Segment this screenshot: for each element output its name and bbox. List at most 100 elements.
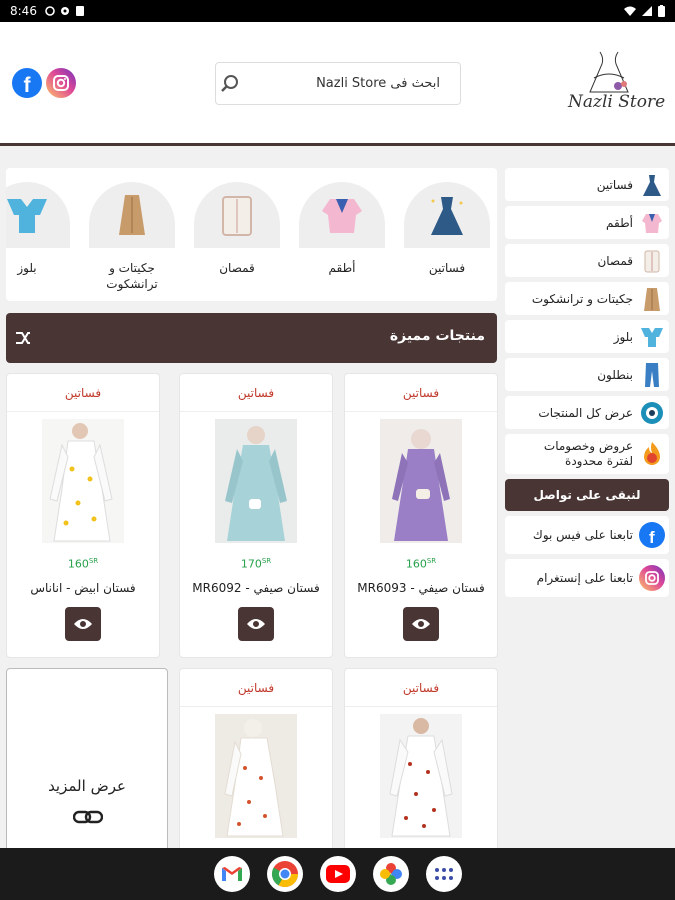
sidebar-item-pants[interactable]: بنطلون	[505, 358, 669, 391]
product-card[interactable]: فساتين	[344, 668, 498, 858]
store-logo[interactable]: Nazli Store	[560, 48, 670, 120]
blouse-icon	[639, 324, 665, 350]
category-sidebar: فساتين أطقم قمصان جكيتات و ترانشكوت بلوز…	[505, 168, 669, 602]
quick-view-button[interactable]	[65, 606, 101, 641]
blouse-icon	[6, 182, 70, 248]
photos-icon[interactable]	[372, 856, 409, 892]
link-icon	[73, 810, 103, 824]
sidebar-item-label: بنطلون	[597, 367, 633, 382]
coat-icon	[639, 286, 665, 312]
discount-fire-icon	[639, 441, 665, 467]
product-image[interactable]	[215, 714, 297, 838]
suit-icon	[639, 210, 665, 236]
show-more-card[interactable]: عرض المزيد	[6, 668, 168, 858]
sidebar-item-jackets[interactable]: جكيتات و ترانشكوت	[505, 282, 669, 315]
product-price: 160SR	[405, 557, 437, 571]
settings-icon	[45, 6, 55, 16]
category-suits[interactable]: أطقم	[298, 182, 386, 276]
sidebar-instagram-link[interactable]: تابعنا على إنستغرام	[505, 559, 669, 597]
sidebar-item-label: أطقم	[606, 215, 633, 230]
product-category: فساتين	[345, 669, 497, 707]
quick-view-button[interactable]	[238, 606, 274, 641]
sidebar-item-label: تابعنا على إنستغرام	[536, 571, 633, 585]
product-category: فساتين	[180, 374, 332, 412]
coat-icon	[89, 182, 175, 248]
gmail-icon[interactable]	[213, 856, 250, 892]
category-label: فساتين	[428, 261, 466, 275]
search-icon[interactable]	[220, 74, 240, 94]
sidebar-item-label: فساتين	[596, 177, 633, 192]
product-name: فستان ابيض - اناناس	[30, 580, 136, 595]
sidebar-item-label: تابعنا على فيس بوك	[532, 528, 633, 542]
youtube-icon[interactable]	[319, 856, 356, 892]
app-dock	[0, 848, 675, 900]
site-header: Nazli Store f	[0, 22, 675, 146]
product-image[interactable]	[380, 714, 462, 838]
category-label: بلوز	[17, 261, 37, 275]
sidebar-item-suits[interactable]: أطقم	[505, 206, 669, 239]
eye-icon	[247, 618, 265, 629]
product-card[interactable]: فساتين 160SR فستان صيفي - MR6093	[344, 373, 498, 658]
product-image[interactable]	[380, 419, 462, 543]
eye-icon	[412, 618, 430, 629]
location-icon	[60, 7, 69, 15]
product-card[interactable]: فساتين 160SR فستان ابيض - اناناس	[6, 373, 160, 658]
category-carousel: فساتين أطقم قمصان جكيتات و ترانشكوت بلوز	[6, 168, 497, 301]
sidebar-item-all-products[interactable]: عرض كل المنتجات	[505, 396, 669, 429]
suit-icon	[299, 182, 385, 248]
status-bar: 8:46	[0, 0, 675, 22]
logo-text: Nazli Store	[568, 92, 666, 112]
sidebar-item-shirts[interactable]: قمصان	[505, 244, 669, 277]
pants-icon	[639, 362, 665, 388]
sidebar-item-blouses[interactable]: بلوز	[505, 320, 669, 353]
contact-heading: لنبقى على تواصل	[505, 479, 669, 511]
featured-title: منتجات مميزة	[389, 328, 485, 344]
product-price: 160SR	[67, 557, 99, 571]
product-image[interactable]	[42, 419, 124, 543]
instagram-icon[interactable]	[46, 68, 76, 98]
battery-icon	[658, 5, 665, 17]
product-name: فستان صيفي - MR6092	[192, 580, 320, 595]
signal-icon	[642, 6, 652, 16]
instagram-icon	[639, 565, 665, 591]
search-input[interactable]	[240, 76, 440, 91]
facebook-icon: f	[639, 522, 665, 548]
category-label: جكيتات و ترانشكوت	[106, 261, 158, 291]
chrome-icon[interactable]	[266, 856, 303, 892]
category-jackets[interactable]: جكيتات و ترانشكوت	[88, 182, 176, 292]
category-blouses[interactable]: بلوز	[6, 182, 71, 276]
wifi-icon	[624, 6, 636, 16]
dress-logo-icon	[589, 51, 629, 93]
quick-view-button[interactable]	[403, 606, 439, 641]
sidebar-item-label: عروض وخصومات لفترة محدودة	[543, 439, 633, 468]
eye-icon	[639, 400, 665, 426]
sidebar-item-label: قمصان	[597, 253, 633, 268]
shuffle-icon[interactable]	[14, 329, 32, 347]
storage-icon	[75, 6, 84, 16]
search-box[interactable]	[215, 62, 461, 105]
show-more-label: عرض المزيد	[48, 777, 126, 795]
svg-text:f: f	[649, 528, 655, 547]
product-price: 170SR	[240, 557, 272, 571]
product-card[interactable]: فساتين 170SR فستان صيفي - MR6092	[179, 373, 333, 658]
sidebar-item-label: جكيتات و ترانشكوت	[531, 291, 633, 306]
product-category: فساتين	[180, 669, 332, 707]
status-time: 8:46	[10, 4, 37, 18]
category-shirts[interactable]: قمصان	[193, 182, 281, 276]
product-category: فساتين	[345, 374, 497, 412]
dress-icon	[404, 182, 490, 248]
sidebar-facebook-link[interactable]: تابعنا على فيس بوك f	[505, 516, 669, 554]
category-dresses[interactable]: فساتين	[403, 182, 491, 276]
product-image[interactable]	[215, 419, 297, 543]
product-card[interactable]: فساتين	[179, 668, 333, 858]
shirt-icon	[194, 182, 280, 248]
sidebar-item-offers[interactable]: عروض وخصومات لفترة محدودة	[505, 434, 669, 474]
sidebar-item-label: عرض كل المنتجات	[538, 405, 633, 420]
facebook-icon[interactable]: f	[12, 68, 42, 98]
app-drawer-icon[interactable]	[425, 856, 462, 892]
product-category: فساتين	[7, 374, 159, 412]
featured-products-banner: منتجات مميزة	[6, 313, 497, 363]
category-label: أطقم	[328, 261, 356, 275]
shirt-icon	[639, 248, 665, 274]
sidebar-item-dresses[interactable]: فساتين	[505, 168, 669, 201]
